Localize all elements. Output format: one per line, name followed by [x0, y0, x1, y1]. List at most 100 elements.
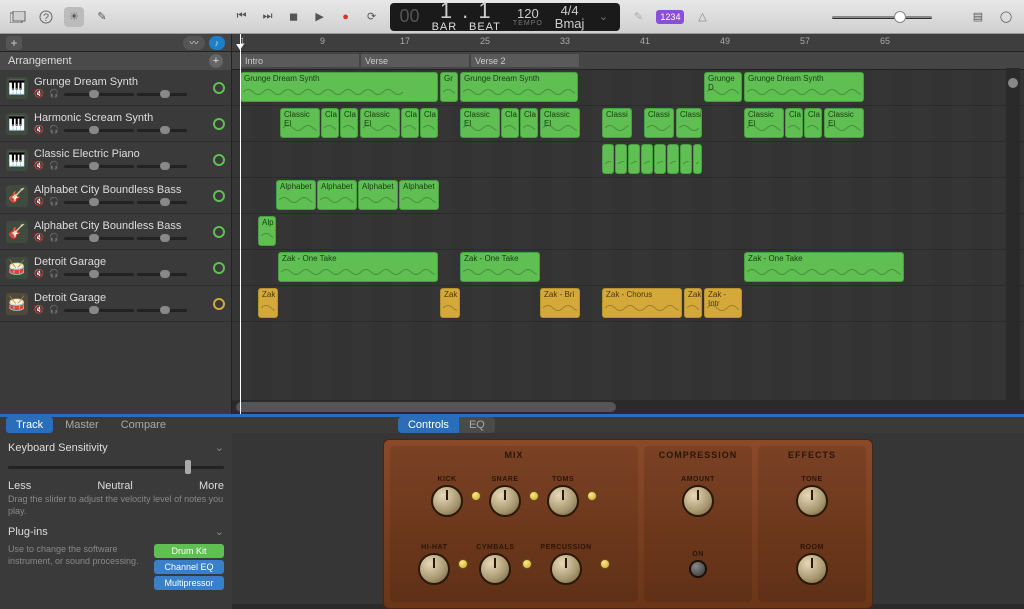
pan-slider[interactable]: [137, 306, 187, 314]
region[interactable]: Cla: [340, 108, 358, 138]
mute-button[interactable]: 🔇: [34, 89, 46, 99]
solo-button[interactable]: 🎧: [49, 125, 61, 135]
volume-slider[interactable]: [64, 270, 134, 278]
record-enable-button[interactable]: [213, 298, 225, 310]
tab-master[interactable]: Master: [55, 417, 109, 433]
lcd-display[interactable]: 00 1 . 1BAR BEAT 120TEMPO 4/4Bmaj ⌄: [390, 3, 621, 31]
region[interactable]: [667, 144, 679, 174]
solo-button[interactable]: 🎧: [49, 89, 61, 99]
plugin-slot[interactable]: Drum Kit: [154, 544, 224, 558]
arrangement-block[interactable]: Verse 2: [470, 53, 580, 68]
help-icon[interactable]: ?: [36, 7, 56, 27]
region[interactable]: Alphabet: [399, 180, 439, 210]
solo-button[interactable]: 🎧: [49, 197, 61, 207]
record-enable-button[interactable]: [213, 82, 225, 94]
mute-button[interactable]: 🔇: [34, 233, 46, 243]
region[interactable]: Cla: [520, 108, 538, 138]
lcd-tempo[interactable]: 120: [517, 7, 539, 20]
pan-slider[interactable]: [137, 90, 187, 98]
pan-slider[interactable]: [137, 270, 187, 278]
tone-knob[interactable]: [796, 485, 828, 517]
arrangement-block[interactable]: Verse: [360, 53, 470, 68]
room-knob[interactable]: [796, 553, 828, 585]
add-track-button[interactable]: +: [6, 36, 22, 50]
region[interactable]: Cla: [401, 108, 419, 138]
region[interactable]: Cla: [321, 108, 339, 138]
tab-track[interactable]: Track: [6, 417, 53, 433]
region[interactable]: Zak - Intr: [704, 288, 742, 318]
pan-slider[interactable]: [137, 234, 187, 242]
notepad-icon[interactable]: ▤: [968, 7, 988, 27]
region[interactable]: Classi: [644, 108, 674, 138]
ruler[interactable]: 1917253341495765: [232, 34, 1024, 52]
track-header[interactable]: 🎸 Alphabet City Boundless Bass 🔇🎧: [0, 178, 231, 214]
record-enable-button[interactable]: [213, 190, 225, 202]
region[interactable]: Grunge Dream Synth: [240, 72, 438, 102]
mute-button[interactable]: 🔇: [34, 269, 46, 279]
tab-eq[interactable]: EQ: [459, 417, 495, 433]
playhead[interactable]: [240, 34, 241, 414]
region[interactable]: Zak - One Take: [460, 252, 540, 282]
track-lane[interactable]: Classic ElClaClaClassic ElClaClaClassic …: [232, 106, 1024, 142]
play-button[interactable]: ▶: [310, 7, 330, 27]
mute-button[interactable]: 🔇: [34, 197, 46, 207]
volume-slider[interactable]: [64, 306, 134, 314]
region[interactable]: Zak - One Take: [744, 252, 904, 282]
record-enable-button[interactable]: [213, 118, 225, 130]
record-enable-button[interactable]: [213, 154, 225, 166]
vertical-zoom[interactable]: [1006, 68, 1020, 400]
region[interactable]: [693, 144, 702, 174]
solo-button[interactable]: 🎧: [49, 305, 61, 315]
rewind-button[interactable]: ⏮: [232, 7, 252, 27]
track-lane[interactable]: Alp: [232, 214, 1024, 250]
master-volume-slider[interactable]: [832, 10, 932, 24]
hihat-knob[interactable]: [418, 553, 450, 585]
region[interactable]: Classic El: [744, 108, 784, 138]
volume-slider[interactable]: [64, 126, 134, 134]
solo-button[interactable]: 🎧: [49, 269, 61, 279]
cycle-button[interactable]: ⟳: [362, 7, 382, 27]
library-icon[interactable]: [8, 7, 28, 27]
track-lane[interactable]: Zak - One TakeZak - One TakeZak - One Ta…: [232, 250, 1024, 286]
region[interactable]: Cla: [804, 108, 822, 138]
region[interactable]: Grunge D: [704, 72, 742, 102]
solo-button[interactable]: 🎧: [49, 233, 61, 243]
track-lane[interactable]: [232, 142, 1024, 178]
region[interactable]: [628, 144, 640, 174]
region[interactable]: Cla: [420, 108, 438, 138]
view-toggle-b[interactable]: ♪: [209, 36, 226, 50]
horizontal-scrollbar[interactable]: [232, 400, 1024, 414]
region[interactable]: Classi: [676, 108, 702, 138]
track-lane[interactable]: AlphabetAlphabetAlphabetAlphabet: [232, 178, 1024, 214]
region[interactable]: Alphabet: [317, 180, 357, 210]
record-enable-button[interactable]: [213, 262, 225, 274]
snare-knob[interactable]: [489, 485, 521, 517]
stop-button[interactable]: ◼: [284, 7, 304, 27]
region[interactable]: [680, 144, 692, 174]
plugin-slot[interactable]: Multipressor: [154, 576, 224, 590]
mute-button[interactable]: 🔇: [34, 125, 46, 135]
region[interactable]: Classic El: [824, 108, 864, 138]
pan-slider[interactable]: [137, 198, 187, 206]
tuner-icon[interactable]: ✎: [628, 7, 648, 27]
metronome-icon[interactable]: △: [692, 7, 712, 27]
chevron-down-icon[interactable]: ⌄: [215, 525, 224, 538]
mute-button[interactable]: 🔇: [34, 305, 46, 315]
track-header[interactable]: 🥁 Detroit Garage 🔇🎧: [0, 286, 231, 322]
display-mode-icon[interactable]: ☀: [64, 7, 84, 27]
region[interactable]: Classi: [602, 108, 632, 138]
volume-slider[interactable]: [64, 234, 134, 242]
mute-button[interactable]: 🔇: [34, 161, 46, 171]
region[interactable]: [641, 144, 653, 174]
region[interactable]: Classic El: [460, 108, 500, 138]
volume-slider[interactable]: [64, 90, 134, 98]
cymbals-knob[interactable]: [479, 553, 511, 585]
track-lane[interactable]: ZakZakZak - BriZak - ChorusZakZak - Intr: [232, 286, 1024, 322]
region[interactable]: Cla: [501, 108, 519, 138]
track-lane[interactable]: Grunge Dream SynthGrGrunge Dream SynthGr…: [232, 70, 1024, 106]
region[interactable]: Zak: [684, 288, 702, 318]
track-header[interactable]: 🎹 Harmonic Scream Synth 🔇🎧: [0, 106, 231, 142]
region[interactable]: Alphabet: [358, 180, 398, 210]
pan-slider[interactable]: [137, 162, 187, 170]
tab-controls[interactable]: Controls: [398, 417, 459, 433]
